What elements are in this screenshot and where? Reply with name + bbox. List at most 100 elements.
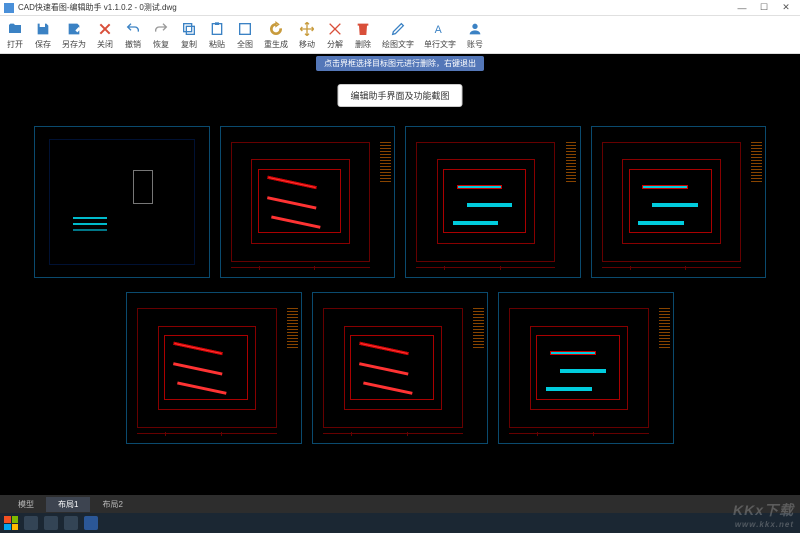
full-button[interactable]: 全图 bbox=[236, 20, 254, 50]
floorplan bbox=[622, 159, 721, 244]
account-icon bbox=[466, 20, 484, 38]
toolbar-label: 撤销 bbox=[125, 39, 141, 50]
undo-button[interactable]: 撤销 bbox=[124, 20, 142, 50]
drawing-thumbnail[interactable] bbox=[498, 292, 674, 444]
dimension-line bbox=[602, 267, 741, 271]
dimension-line bbox=[323, 433, 462, 437]
thumbnail-row-2 bbox=[126, 292, 674, 444]
toolbar-label: 移动 bbox=[299, 39, 315, 50]
legend-lines bbox=[73, 217, 108, 219]
dimension-line bbox=[231, 267, 370, 271]
saveas-icon bbox=[65, 20, 83, 38]
thumb-frame bbox=[137, 308, 276, 428]
move-icon bbox=[298, 20, 316, 38]
layout-tabs: 模型布局1布局2 bbox=[0, 495, 800, 513]
thumbnail-row-1 bbox=[34, 126, 766, 278]
regen-button[interactable]: 重生成 bbox=[264, 20, 288, 50]
toolbar-label: 保存 bbox=[35, 39, 51, 50]
dimension-line bbox=[509, 433, 648, 437]
task-icon[interactable] bbox=[64, 516, 78, 530]
task-icon[interactable] bbox=[24, 516, 38, 530]
undo-icon bbox=[124, 20, 142, 38]
svg-text:A: A bbox=[435, 24, 443, 36]
regen-icon bbox=[267, 20, 285, 38]
toolbar-label: 删除 bbox=[355, 39, 371, 50]
saveas-button[interactable]: 另存为 bbox=[62, 20, 86, 50]
open-button[interactable]: 打开 bbox=[6, 20, 24, 50]
draw-icon bbox=[389, 20, 407, 38]
thumb-frame bbox=[509, 308, 648, 428]
titlebar: CAD快速看图-编辑助手 v1.1.0.2 - 0测试.dwg — ☐ ✕ bbox=[0, 0, 800, 16]
save-button[interactable]: 保存 bbox=[34, 20, 52, 50]
toolbar-label: 单行文字 bbox=[424, 39, 456, 50]
thumb-frame bbox=[416, 142, 555, 262]
thumb-frame bbox=[602, 142, 741, 262]
legend-box bbox=[133, 170, 153, 205]
floorplan bbox=[530, 326, 629, 411]
scale-marks bbox=[566, 142, 576, 262]
floorplan bbox=[437, 159, 536, 244]
copy-icon bbox=[180, 20, 198, 38]
open-icon bbox=[6, 20, 24, 38]
toolbar-label: 打开 bbox=[7, 39, 23, 50]
toolbar-label: 另存为 bbox=[62, 39, 86, 50]
stext-icon: A bbox=[431, 20, 449, 38]
scale-marks bbox=[380, 142, 390, 262]
toolbar-label: 粘贴 bbox=[209, 39, 225, 50]
scale-marks bbox=[473, 308, 483, 428]
task-icon[interactable] bbox=[44, 516, 58, 530]
dimension-line bbox=[137, 433, 276, 437]
delete-button[interactable]: 删除 bbox=[354, 20, 372, 50]
maximize-button[interactable]: ☐ bbox=[754, 1, 774, 15]
dimension-line bbox=[416, 267, 555, 271]
watermark: KKx下载 www.kkx.net bbox=[733, 500, 794, 529]
account-button[interactable]: 账号 bbox=[466, 20, 484, 50]
drawing-canvas[interactable]: 点击界框选择目标图元进行删除，右键退出 编辑助手界面及功能截图 bbox=[0, 54, 800, 495]
close-button[interactable]: 关闭 bbox=[96, 20, 114, 50]
close-window-button[interactable]: ✕ bbox=[776, 1, 796, 15]
toolbar: 打开 保存另存为关闭 撤销 恢复复制粘贴全图重生成移动 分解 删除绘图文字 A 单行文字账号 bbox=[0, 16, 800, 54]
floorplan bbox=[158, 326, 257, 411]
layout-tab[interactable]: 模型 bbox=[6, 497, 46, 512]
thumb-frame bbox=[231, 142, 370, 262]
stext-button[interactable]: A 单行文字 bbox=[424, 20, 456, 50]
drawing-thumbnail[interactable] bbox=[591, 126, 767, 278]
explode-button[interactable]: 分解 bbox=[326, 20, 344, 50]
drawing-thumbnail[interactable] bbox=[34, 126, 210, 278]
drawing-thumbnail[interactable] bbox=[405, 126, 581, 278]
save-icon bbox=[34, 20, 52, 38]
scale-marks bbox=[287, 308, 297, 428]
scale-marks bbox=[751, 142, 761, 262]
paste-button[interactable]: 粘贴 bbox=[208, 20, 226, 50]
floorplan bbox=[251, 159, 350, 244]
close-icon bbox=[96, 20, 114, 38]
redo-button[interactable]: 恢复 bbox=[152, 20, 170, 50]
task-icon[interactable] bbox=[84, 516, 98, 530]
drawing-thumbnail[interactable] bbox=[220, 126, 396, 278]
layout-tab[interactable]: 布局2 bbox=[90, 497, 134, 512]
delete-icon bbox=[354, 20, 372, 38]
redo-icon bbox=[152, 20, 170, 38]
toolbar-label: 重生成 bbox=[264, 39, 288, 50]
toolbar-label: 分解 bbox=[327, 39, 343, 50]
thumb-frame bbox=[323, 308, 462, 428]
start-button[interactable] bbox=[4, 516, 18, 530]
copy-button[interactable]: 复制 bbox=[180, 20, 198, 50]
window-title: CAD快速看图-编辑助手 v1.1.0.2 - 0测试.dwg bbox=[18, 2, 732, 13]
toolbar-label: 账号 bbox=[467, 39, 483, 50]
center-caption-button[interactable]: 编辑助手界面及功能截图 bbox=[337, 84, 462, 107]
layout-tab[interactable]: 布局1 bbox=[46, 497, 90, 512]
toolbar-label: 恢复 bbox=[153, 39, 169, 50]
explode-icon bbox=[326, 20, 344, 38]
move-button[interactable]: 移动 bbox=[298, 20, 316, 50]
toolbar-label: 关闭 bbox=[97, 39, 113, 50]
paste-icon bbox=[208, 20, 226, 38]
drawing-thumbnail[interactable] bbox=[312, 292, 488, 444]
floorplan bbox=[344, 326, 443, 411]
minimize-button[interactable]: — bbox=[732, 1, 752, 15]
hint-banner: 点击界框选择目标图元进行删除，右键退出 bbox=[316, 56, 484, 71]
app-icon bbox=[4, 3, 14, 13]
os-taskbar bbox=[0, 513, 800, 533]
draw-button[interactable]: 绘图文字 bbox=[382, 20, 414, 50]
drawing-thumbnail[interactable] bbox=[126, 292, 302, 444]
